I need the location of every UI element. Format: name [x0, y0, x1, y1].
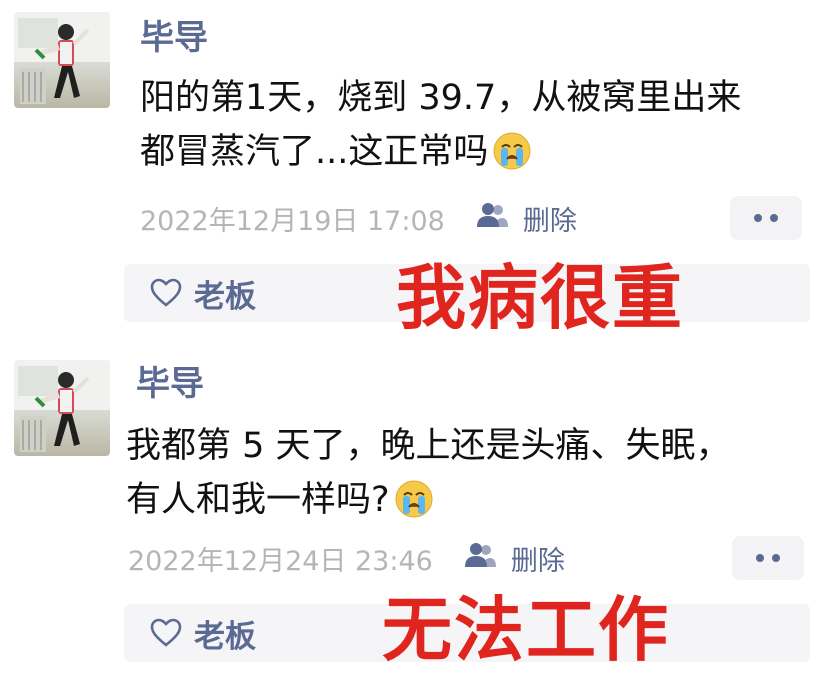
more-dots-icon[interactable] — [732, 536, 804, 580]
delete-link[interactable]: 删除 — [511, 539, 565, 578]
crying-face-icon — [492, 131, 532, 186]
more-dot — [770, 214, 778, 222]
timestamp: 2022年12月24日 23:46 — [128, 545, 433, 577]
avatar[interactable] — [14, 360, 110, 456]
person-icon — [475, 201, 509, 236]
post-text-line-2: 有人和我一样吗? — [126, 474, 434, 534]
post-text-line-2-content: 都冒蒸汽了...这正常吗 — [140, 132, 489, 172]
post-meta: 2022年12月24日 23:46 删除 — [128, 538, 565, 578]
post-2: 毕导 我都第 5 天了，晚上还是头痛、失眠， 有人和我一样吗? 2022年12月… — [0, 340, 828, 684]
more-dot — [772, 554, 780, 562]
liker-name[interactable]: 老板 — [194, 611, 256, 656]
post-text-line-1: 我都第 5 天了，晚上还是头痛、失眠， — [126, 426, 731, 466]
author-name[interactable]: 毕导 — [136, 364, 204, 404]
heart-icon — [150, 278, 182, 308]
post-text-line-2: 都冒蒸汽了...这正常吗 — [140, 126, 532, 186]
more-dot — [754, 214, 762, 222]
timestamp: 2022年12月19日 17:08 — [140, 205, 445, 237]
post-text-line-1: 阳的第1天，烧到 39.7，从被窝里出来 — [140, 78, 742, 118]
person-icon — [463, 541, 497, 576]
crying-face-icon — [394, 479, 434, 534]
liker-name[interactable]: 老板 — [194, 271, 256, 316]
more-dot — [756, 554, 764, 562]
avatar[interactable] — [14, 12, 110, 108]
post-text-line-2-content: 有人和我一样吗? — [126, 480, 390, 520]
author-name[interactable]: 毕导 — [140, 18, 208, 58]
overlay-caption: 我病很重 — [396, 257, 684, 339]
delete-link[interactable]: 删除 — [523, 199, 577, 238]
more-dots-icon[interactable] — [730, 196, 802, 240]
heart-icon — [150, 618, 182, 648]
post-1: 毕导 阳的第1天，烧到 39.7，从被窝里出来 都冒蒸汽了...这正常吗 202… — [0, 0, 828, 340]
overlay-caption: 无法工作 — [382, 589, 670, 671]
post-meta: 2022年12月19日 17:08 删除 — [140, 198, 577, 238]
